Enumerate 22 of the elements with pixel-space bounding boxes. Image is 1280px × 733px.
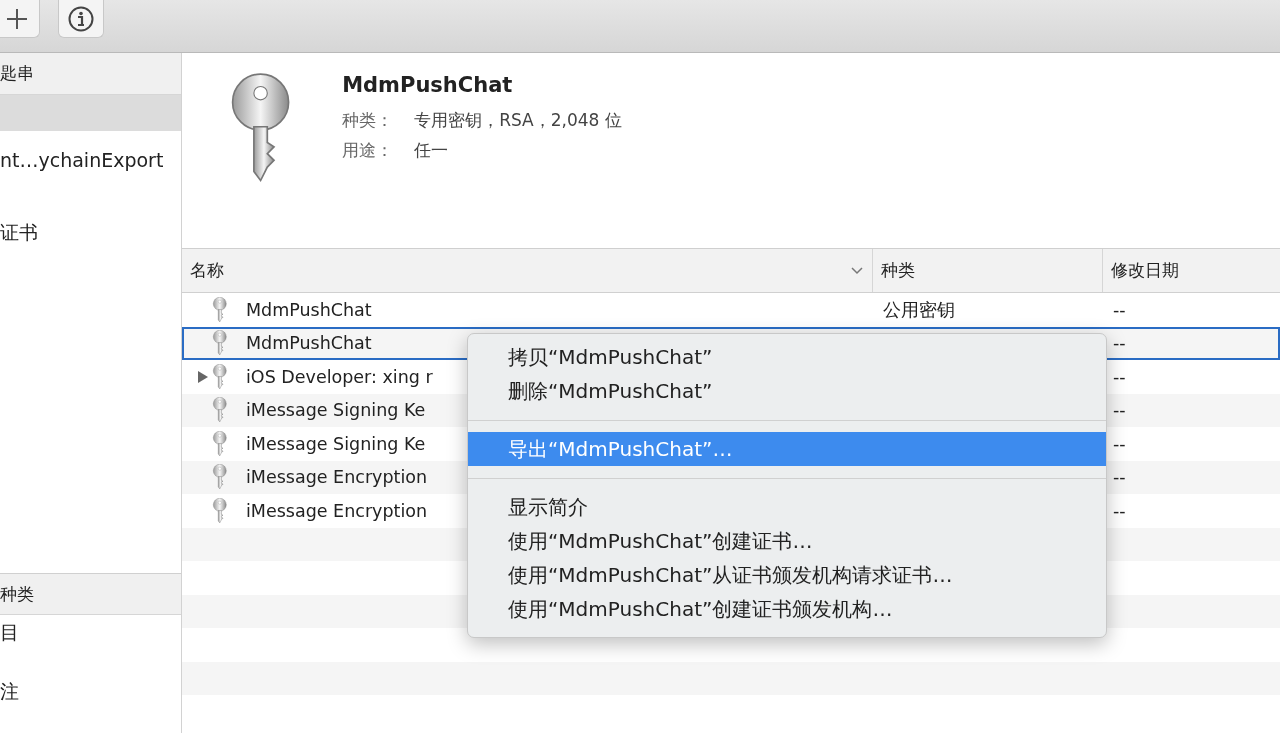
name-cell: MdmPushChat (246, 299, 372, 320)
name-cell: iMessage Signing Ke (246, 433, 426, 454)
date-cell: -- (1113, 400, 1126, 421)
keychains-header: 匙串 (0, 53, 181, 95)
kind-cell: 公用密钥 (883, 299, 955, 320)
name-cell: MdmPushChat (246, 333, 372, 354)
field-label: 种类： (342, 109, 395, 132)
date-cell: -- (1113, 467, 1126, 488)
name-cell: iMessage Encryption (246, 500, 428, 521)
date-cell: -- (1113, 333, 1126, 354)
name-cell: iOS Developer: xing r (246, 366, 433, 387)
field-label: 用途： (342, 139, 395, 162)
date-cell: -- (1113, 366, 1126, 387)
name-cell: iMessage Signing Ke (246, 400, 426, 421)
date-cell: -- (1113, 500, 1126, 521)
field-value: 任一 (414, 139, 449, 162)
field-value: 专用密钥，RSA，2,048 位 (414, 109, 622, 132)
name-cell: iMessage Encryption (246, 467, 428, 488)
category-header: 种类 (0, 573, 181, 615)
date-cell: -- (1113, 433, 1126, 454)
item-title: MdmPushChat (342, 73, 514, 97)
date-cell: -- (1113, 299, 1126, 320)
